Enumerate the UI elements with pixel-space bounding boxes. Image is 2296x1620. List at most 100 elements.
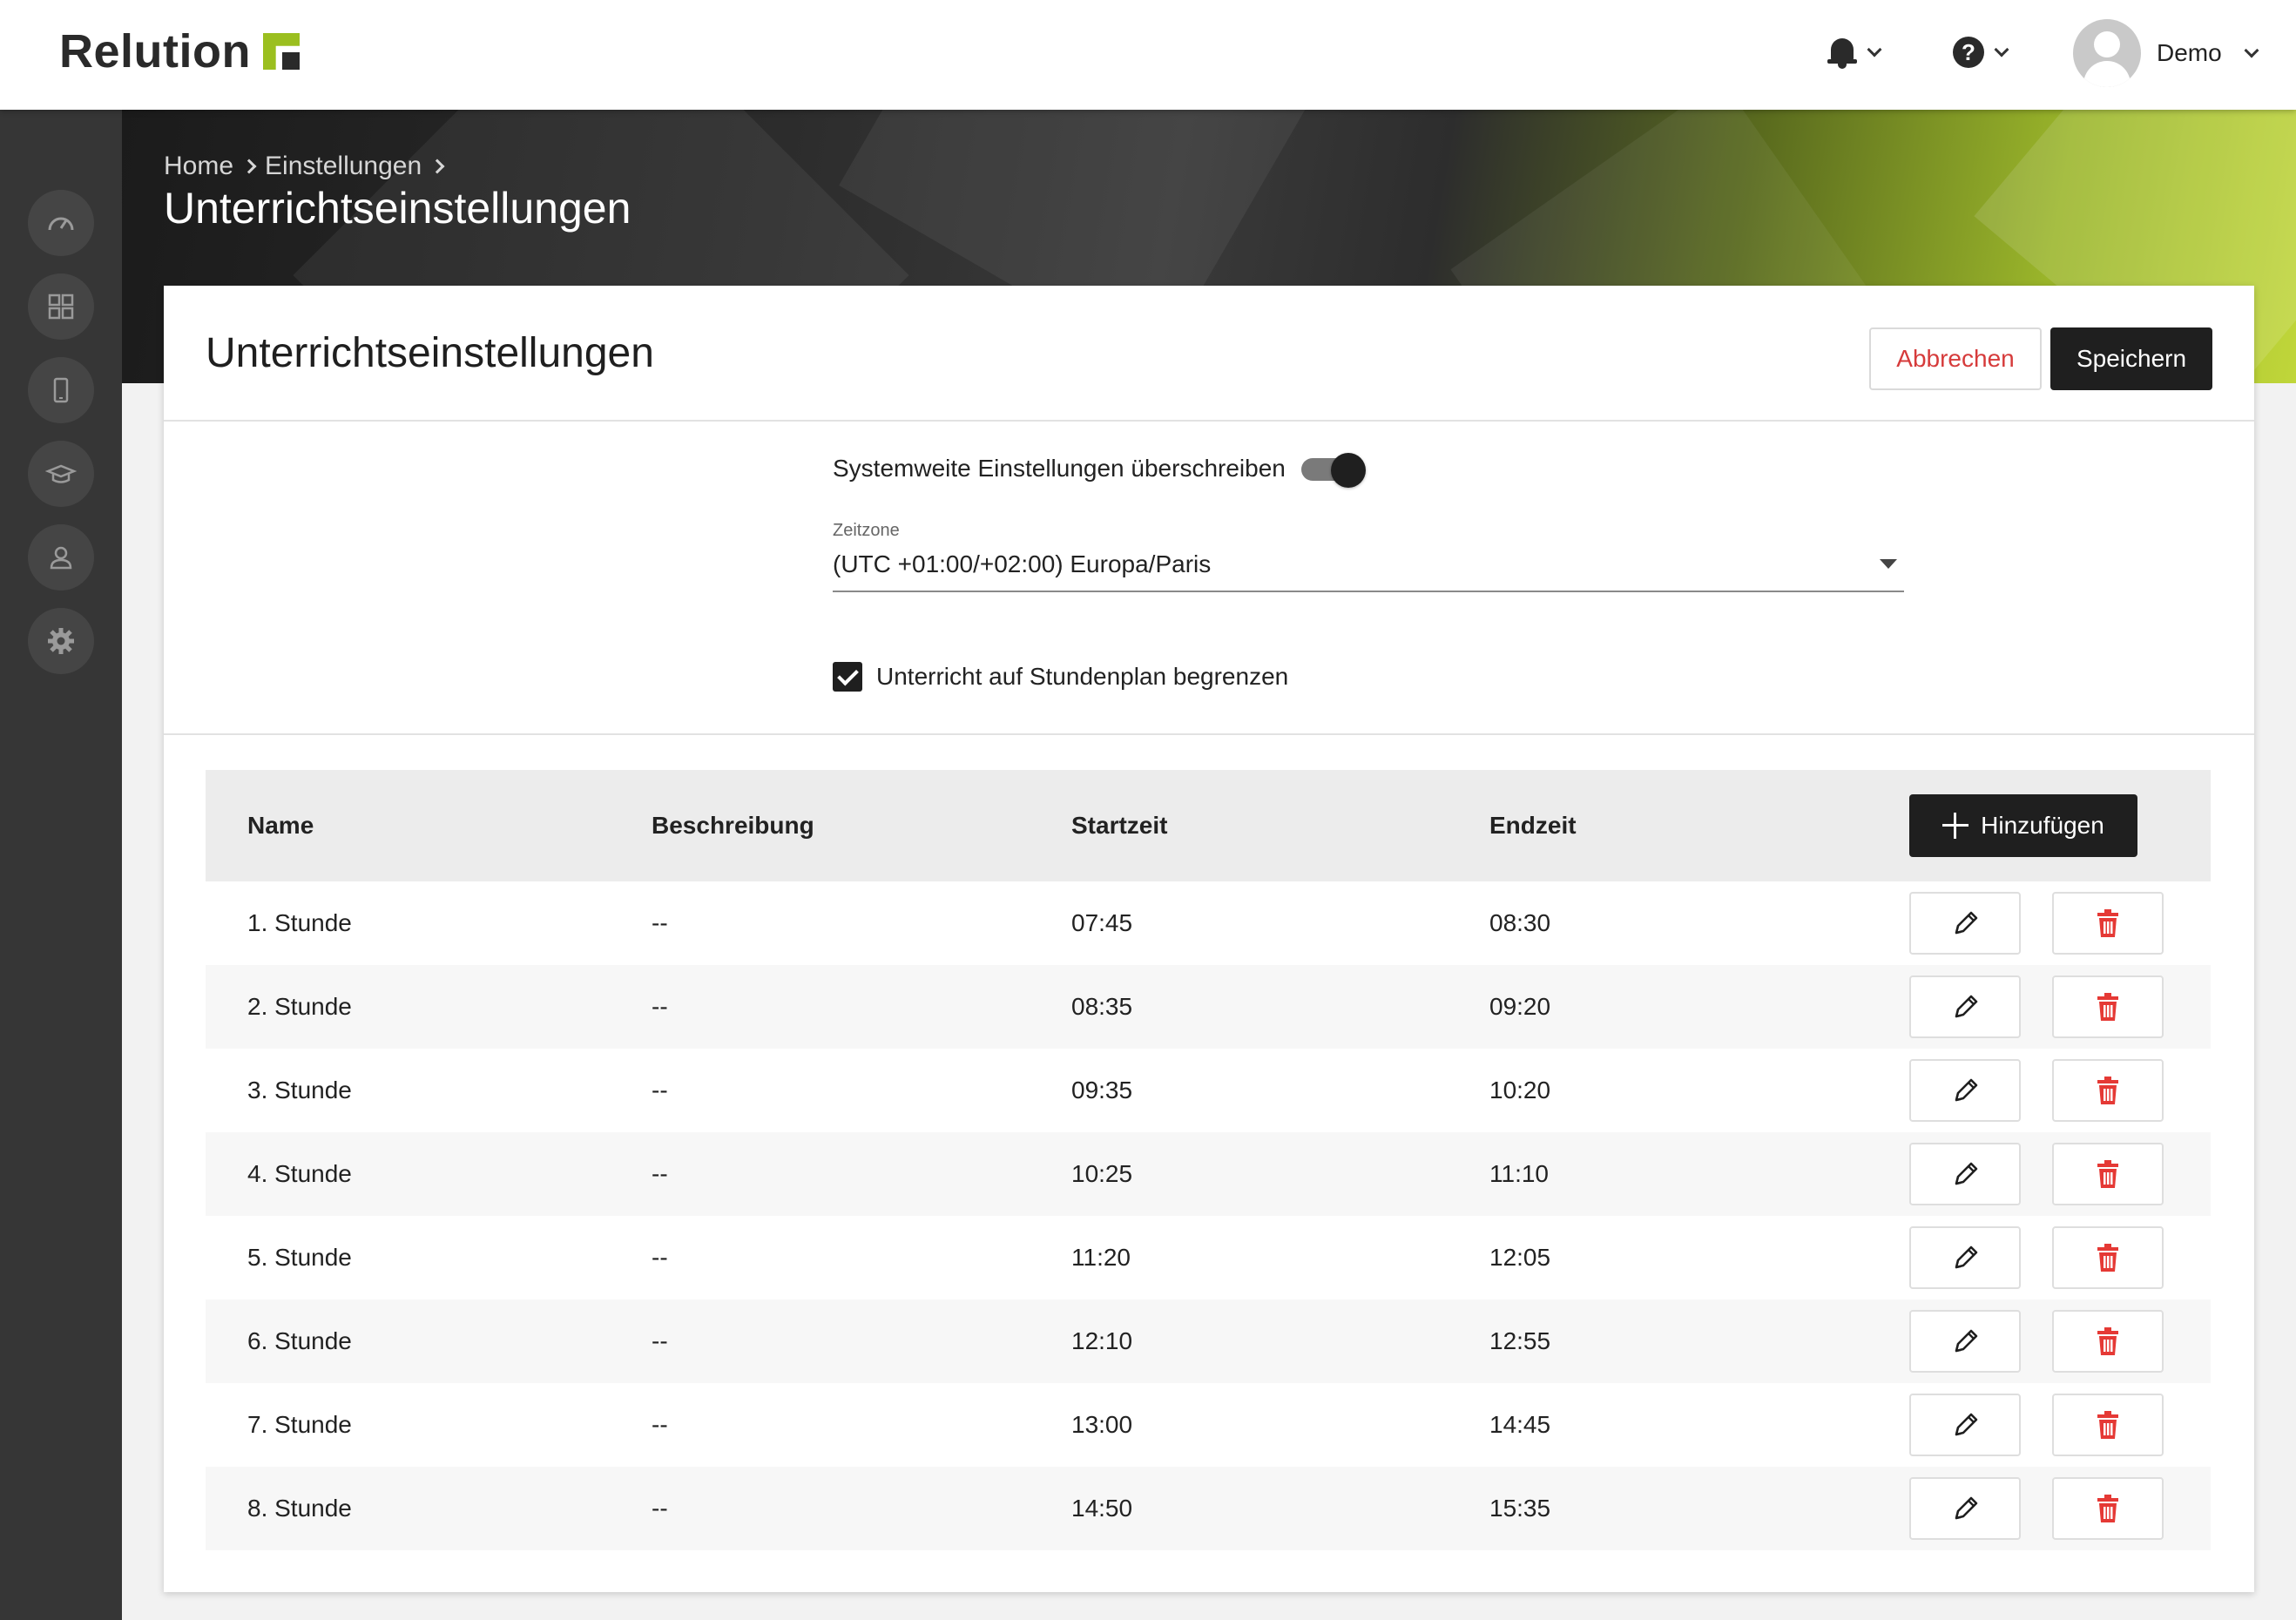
save-button[interactable]: Speichern (2050, 327, 2212, 390)
breadcrumb-home[interactable]: Home (164, 152, 233, 181)
cell-start: 07:45 (1071, 909, 1133, 936)
top-bar: Relution ? Demo (0, 0, 2296, 110)
pencil-icon (1955, 1078, 1978, 1102)
chevron-down-icon (1867, 42, 1882, 57)
user-icon (50, 546, 72, 570)
help-menu[interactable]: ? (1953, 30, 2009, 75)
plus-icon (1942, 813, 1969, 839)
timezone-value: (UTC +01:00/+02:00) Europa/Paris (833, 550, 1212, 577)
edit-button[interactable] (1909, 1310, 2021, 1373)
notifications-menu[interactable] (1827, 30, 1882, 75)
cell-start: 11:20 (1071, 1244, 1131, 1271)
relution-logo-icon (262, 33, 300, 70)
lessons-table: Name Beschreibung Startzeit Endzeit Hinz… (206, 770, 2211, 1550)
override-setting: Systemweite Einstellungen überschreiben (833, 453, 1366, 488)
table-row: 5. Stunde -- 11:20 12:05 (206, 1216, 2211, 1299)
edit-button[interactable] (1909, 1394, 2021, 1456)
edit-button[interactable] (1909, 1226, 2021, 1289)
cell-name: 2. Stunde (247, 993, 352, 1020)
card-title: Unterrichtseinstellungen (206, 330, 654, 376)
trash-icon (2097, 909, 2118, 937)
delete-button[interactable] (2052, 1226, 2164, 1289)
pencil-icon (1955, 911, 1978, 935)
edit-button[interactable] (1909, 975, 2021, 1038)
column-header-description[interactable]: Beschreibung (652, 770, 814, 881)
sidebar-item-settings[interactable] (28, 608, 94, 674)
limit-label: Unterricht auf Stundenplan begrenzen (876, 663, 1289, 690)
cell-start: 10:25 (1071, 1160, 1133, 1187)
chevron-down-icon (1994, 42, 2009, 57)
table-header: Name Beschreibung Startzeit Endzeit Hinz… (206, 770, 2211, 881)
delete-button[interactable] (2052, 1059, 2164, 1122)
cell-end: 12:55 (1489, 1327, 1551, 1354)
cell-description: -- (652, 1327, 668, 1354)
delete-button[interactable] (2052, 1477, 2164, 1540)
column-header-end[interactable]: Endzeit (1489, 770, 1577, 881)
sidebar-item-dashboard[interactable] (28, 190, 94, 256)
trash-icon (2097, 1495, 2118, 1522)
limit-checkbox[interactable] (833, 662, 862, 692)
sidebar-item-devices[interactable] (28, 357, 94, 423)
breadcrumb-settings[interactable]: Einstellungen (265, 152, 422, 181)
cell-start: 13:00 (1071, 1411, 1133, 1438)
cell-name: 1. Stunde (247, 909, 352, 936)
settings-section: Systemweite Einstellungen überschreiben … (164, 423, 2254, 735)
delete-button[interactable] (2052, 892, 2164, 955)
bell-icon (1827, 35, 1857, 70)
delete-button[interactable] (2052, 1310, 2164, 1373)
smartphone-icon (53, 377, 69, 403)
delete-button[interactable] (2052, 1143, 2164, 1205)
cell-start: 09:35 (1071, 1077, 1133, 1104)
table-row: 4. Stunde -- 10:25 11:10 (206, 1132, 2211, 1216)
cell-name: 7. Stunde (247, 1411, 352, 1438)
cell-name: 8. Stunde (247, 1495, 352, 1522)
table-row: 6. Stunde -- 12:10 12:55 (206, 1299, 2211, 1383)
edit-button[interactable] (1909, 1477, 2021, 1540)
edit-button[interactable] (1909, 1059, 2021, 1122)
cell-start: 14:50 (1071, 1495, 1133, 1522)
cell-start: 12:10 (1071, 1327, 1133, 1354)
override-label: Systemweite Einstellungen überschreiben (833, 455, 1286, 482)
cell-end: 15:35 (1489, 1495, 1551, 1522)
timezone-select[interactable]: (UTC +01:00/+02:00) Europa/Paris (833, 545, 1904, 592)
table-body: 1. Stunde -- 07:45 08:30 2. Stunde -- 08… (206, 881, 2211, 1550)
dropdown-arrow-icon (1880, 559, 1897, 569)
grid-icon (48, 294, 74, 320)
cell-description: -- (652, 909, 668, 936)
table-row: 1. Stunde -- 07:45 08:30 (206, 881, 2211, 965)
cell-description: -- (652, 1077, 668, 1104)
add-button[interactable]: Hinzufügen (1909, 794, 2137, 857)
add-button-label: Hinzufügen (1981, 812, 2104, 839)
sidebar-item-education[interactable] (28, 441, 94, 507)
cell-name: 5. Stunde (247, 1244, 352, 1271)
chevron-right-icon (429, 159, 445, 174)
gear-icon (48, 628, 74, 654)
cell-end: 09:20 (1489, 993, 1551, 1020)
user-avatar-icon (2073, 19, 2141, 87)
column-header-start[interactable]: Startzeit (1071, 770, 1167, 881)
page-title: Unterrichtseinstellungen (164, 184, 631, 233)
cell-description: -- (652, 993, 668, 1020)
trash-icon (2097, 993, 2118, 1021)
delete-button[interactable] (2052, 975, 2164, 1038)
trash-icon (2097, 1077, 2118, 1104)
cell-description: -- (652, 1160, 668, 1187)
sidebar (0, 110, 122, 1620)
sidebar-item-users[interactable] (28, 524, 94, 591)
table-row: 7. Stunde -- 13:00 14:45 (206, 1383, 2211, 1467)
delete-button[interactable] (2052, 1394, 2164, 1456)
sidebar-item-apps[interactable] (28, 273, 94, 340)
override-toggle[interactable] (1300, 453, 1366, 488)
edit-button[interactable] (1909, 1143, 2021, 1205)
edit-button[interactable] (1909, 892, 2021, 955)
limit-setting: Unterricht auf Stundenplan begrenzen (833, 662, 1288, 692)
table-row: 3. Stunde -- 09:35 10:20 (206, 1049, 2211, 1132)
pencil-icon (1955, 1496, 1978, 1520)
cell-start: 08:35 (1071, 993, 1133, 1020)
cell-name: 6. Stunde (247, 1327, 352, 1354)
brand-logo[interactable]: Relution (59, 24, 300, 78)
user-menu[interactable]: Demo (2073, 19, 2259, 87)
cancel-button[interactable]: Abbrechen (1869, 327, 2042, 390)
column-header-name[interactable]: Name (247, 770, 314, 881)
cell-end: 08:30 (1489, 909, 1551, 936)
